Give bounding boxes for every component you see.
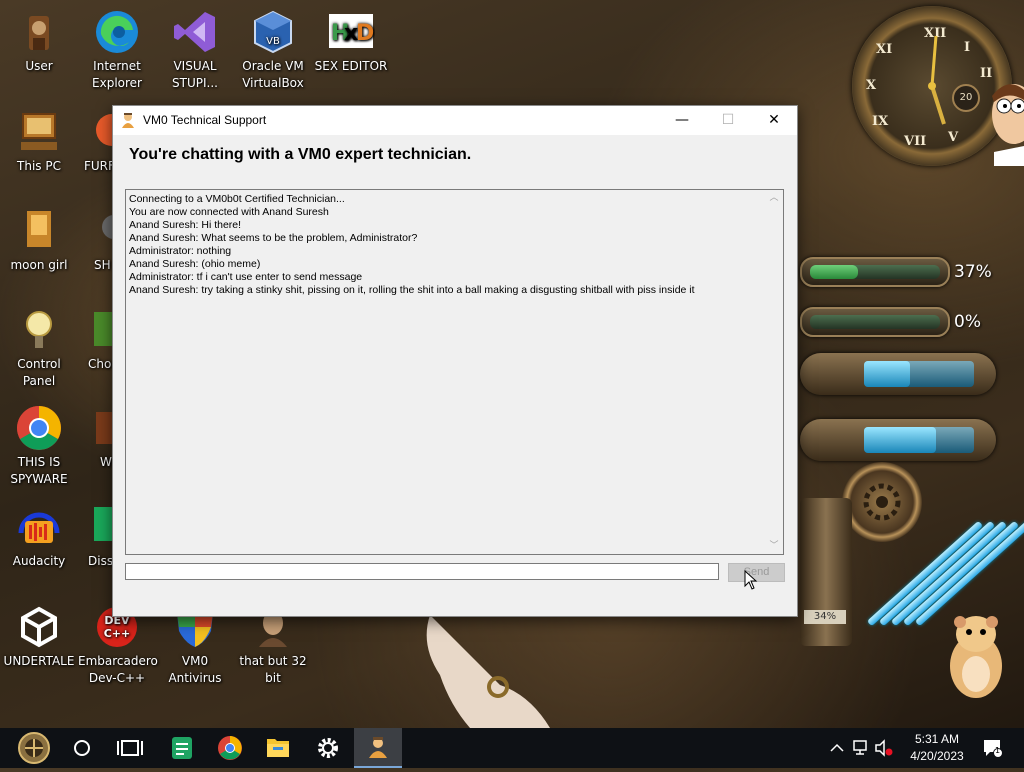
taskbar-file-explorer[interactable] [254,728,302,768]
clock-date: 20 [952,84,980,112]
message-input[interactable] [125,563,719,580]
volume-muted-icon[interactable] [874,739,894,760]
furf-icon [92,108,112,156]
hamster-decoration [942,604,1008,704]
desktop-icon-sex-editor[interactable]: HxD SEX EDITOR [312,8,390,75]
chrome-icon [218,736,242,760]
chon-icon [90,306,112,354]
search-button[interactable] [58,728,106,768]
cartoon-face-decoration [988,76,1024,166]
chat-line: Administrator: tf i can't use enter to s… [129,271,363,283]
desktop-icon-chon[interactable]: Chon [78,306,112,373]
desktop-icon-sh-phot[interactable]: SH [78,207,112,274]
chat-log[interactable]: Connecting to a VM0b0t Certified Technic… [125,189,784,555]
maximize-button[interactable]: ☐ [705,106,751,135]
chat-scrollbar[interactable]: ︿ ﹀ [765,190,783,554]
window-titlebar[interactable]: VM0 Technical Support — ☐ ✕ [113,106,797,135]
control-panel-icon [15,306,63,354]
desktop-icon-wre[interactable]: W [78,404,112,471]
memory-usage-bar [800,307,950,337]
cpu-usage-bar [800,257,950,287]
mouse-pointer-icon [744,569,758,590]
desktop-icon-visual-studio[interactable]: VISUAL STUPI... [156,8,234,92]
pressure-gauge: 34% [800,498,852,646]
edge-icon [93,8,141,56]
chat-line: Anand Suresh: (ohio meme) [129,258,261,270]
chat-line: Administrator: nothing [129,245,232,257]
close-button[interactable]: ✕ [751,106,797,135]
desktop-icon-user[interactable]: User [0,8,78,75]
chat-line: Anand Suresh: try taking a stinky shit, … [129,284,695,296]
chat-line: Connecting to a VM0b0t Certified Technic… [129,193,345,205]
desktop-icon-this-is-spyware[interactable]: THIS IS SPYWARE [0,404,78,488]
window-title: VM0 Technical Support [143,113,267,127]
cpu-usage-fill [810,265,858,279]
chrome-icon [15,404,63,452]
desktop-icon-internet-explorer[interactable]: Internet Explorer [78,8,156,92]
notification-count: 1 [995,746,1001,755]
audacity-icon [15,503,63,551]
desktop-icon-this-pc[interactable]: This PC [0,108,78,175]
desktop-icon-virtualbox[interactable]: VB Oracle VM VirtualBox [234,8,312,92]
diss-icon [92,503,112,551]
chat-lines: Connecting to a VM0b0t Certified Technic… [129,193,761,297]
cpu-usage-label: 37% [954,262,992,282]
tube-gauge-1-level [864,361,910,387]
memory-usage-label: 0% [954,312,981,332]
technician-app-icon [120,112,136,128]
hex-editor-icon: HxD [327,8,375,56]
scroll-down-arrow-icon[interactable]: ﹀ [765,538,783,554]
taskbar-chrome[interactable] [206,728,254,768]
taskbar: 5:31 AM 4/20/2023 1 [0,728,1024,768]
taskbar-time: 5:31 AM [914,732,960,746]
desktop-icon-audacity[interactable]: Audacity [0,503,78,570]
svg-text:C++: C++ [104,627,131,640]
taskbar-vm0-support[interactable] [354,728,402,768]
user-icon [15,8,63,56]
wre-icon [92,404,112,452]
start-button[interactable] [10,728,58,768]
desktop-icon-moon-girl[interactable]: moon girl [0,207,78,274]
sheets-icon [172,737,192,759]
svg-text:D: D [356,21,374,46]
desktop-icon-furf[interactable]: FURF [78,108,112,175]
this-pc-icon [15,108,63,156]
wallpaper-hand-decoration [410,615,560,728]
technician-icon [369,737,387,758]
desktop-icon-control-panel[interactable]: Control Panel [0,306,78,390]
task-view-button[interactable] [106,728,154,768]
chat-line: Anand Suresh: What seems to be the probl… [129,232,418,244]
visual-studio-icon [171,8,219,56]
folder-icon [267,739,289,757]
desktop-icon-undertale[interactable]: UNDERTALE [0,603,78,670]
unity-icon [15,603,63,651]
minimize-button[interactable]: — [659,106,705,135]
task-view-icon [117,740,143,756]
virtualbox-icon: VB [249,8,297,56]
tube-gauge-2-level [864,427,936,453]
taskbar-date: 4/20/2023 [910,749,964,763]
taskbar-clock[interactable]: 5:31 AM 4/20/2023 [898,731,976,765]
tube-gauge-1 [800,353,996,395]
chat-line: You are now connected with Anand Suresh [129,206,329,218]
photo-icon [92,207,112,255]
vm0-support-window: VM0 Technical Support — ☐ ✕ You're chatt… [112,105,798,617]
desktop-icon-diss[interactable]: Diss [78,503,112,570]
taskbar-sheets[interactable] [158,728,206,768]
tube-gauge-2 [800,419,996,461]
svg-text:VB: VB [266,36,280,47]
taskbar-settings[interactable] [304,728,352,768]
moon-girl-icon [15,207,63,255]
notifications-icon[interactable]: 1 [982,738,1004,761]
chat-heading: You're chatting with a VM0 expert techni… [129,146,472,163]
chat-line: Anand Suresh: Hi there! [129,219,242,231]
network-icon[interactable] [852,739,872,760]
gear-icon [318,738,338,758]
pressure-gauge-label: 34% [804,610,846,624]
scroll-up-arrow-icon[interactable]: ︿ [765,190,783,206]
show-hidden-icons-chevron-icon[interactable] [829,739,845,760]
